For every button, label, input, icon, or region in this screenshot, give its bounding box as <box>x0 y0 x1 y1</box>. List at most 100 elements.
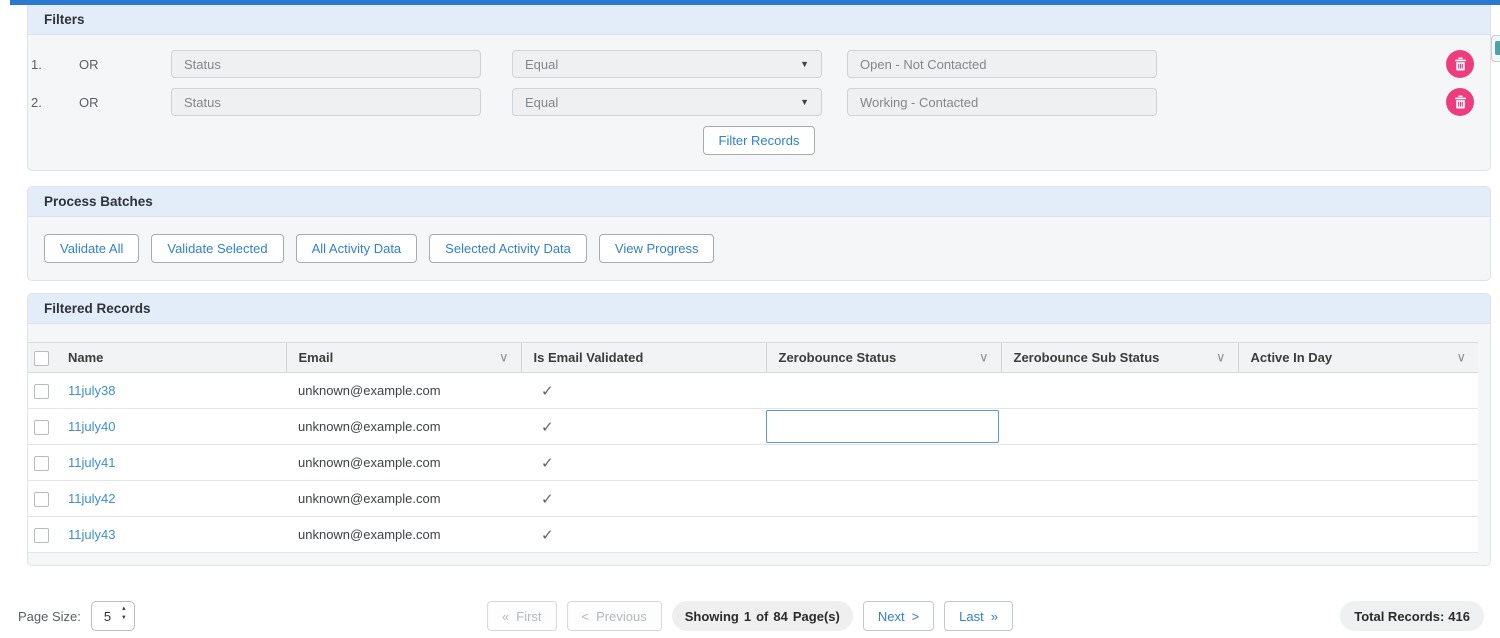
active-in-day-cell[interactable] <box>1238 373 1478 409</box>
filters-header: Filters <box>28 5 1490 35</box>
filter-records-button[interactable]: Filter Records <box>703 126 816 155</box>
record-name-link[interactable]: 11july40 <box>68 419 115 434</box>
filter-operator-select[interactable]: Equal ▼ <box>512 50 822 78</box>
double-chevron-right-icon: » <box>991 609 998 624</box>
active-in-day-cell[interactable] <box>1238 445 1478 481</box>
first-page-button[interactable]: « First <box>487 601 557 631</box>
row-checkbox[interactable] <box>34 420 49 435</box>
record-name-link[interactable]: 11july38 <box>68 383 115 398</box>
check-icon: ✓ <box>541 527 554 544</box>
column-header-name[interactable]: Name <box>56 343 286 373</box>
column-header-zerobounce-status[interactable]: Zerobounce Status ∨ <box>766 343 1001 373</box>
record-name-link[interactable]: 11july41 <box>68 455 115 470</box>
active-in-day-cell[interactable] <box>1238 517 1478 553</box>
column-header-zerobounce-sub-status[interactable]: Zerobounce Sub Status ∨ <box>1001 343 1238 373</box>
spinner-down-icon[interactable]: ▼ <box>121 615 127 622</box>
row-checkbox[interactable] <box>34 492 49 507</box>
filter-row: 2. OR Status Equal ▼ Working - Contacted <box>28 88 1490 116</box>
active-in-day-cell[interactable] <box>1238 409 1478 445</box>
zerobounce-status-cell[interactable] <box>766 517 1001 553</box>
filtered-records-title: Filtered Records <box>44 301 151 316</box>
zerobounce-sub-status-cell[interactable] <box>1001 373 1238 409</box>
row-checkbox[interactable] <box>34 384 49 399</box>
table-row: 11july40 unknown@example.com ✓ <box>28 409 1478 445</box>
process-batches-body: Validate All Validate Selected All Activ… <box>28 217 1490 280</box>
filter-value-input[interactable]: Open - Not Contacted <box>847 50 1157 78</box>
zerobounce-sub-status-cell[interactable] <box>1001 409 1238 445</box>
zerobounce-sub-status-cell[interactable] <box>1001 481 1238 517</box>
filter-operator-select[interactable]: Equal ▼ <box>512 88 822 116</box>
process-batches-header: Process Batches <box>28 187 1490 217</box>
filtered-records-section: Filtered Records Name <box>27 293 1491 566</box>
table-row: 11july38 unknown@example.com ✓ <box>28 373 1478 409</box>
chevron-down-icon: ∨ <box>1456 349 1466 365</box>
filters-section: Filters 1. OR Status Equal ▼ Open - Not … <box>27 5 1491 171</box>
select-all-header <box>28 343 56 373</box>
previous-page-button[interactable]: < Previous <box>567 601 662 631</box>
selected-activity-data-button[interactable]: Selected Activity Data <box>429 234 587 263</box>
zerobounce-status-cell[interactable] <box>766 373 1001 409</box>
filter-row-number: 2. <box>31 95 51 110</box>
total-pages: 84 <box>773 609 787 624</box>
delete-filter-button[interactable] <box>1446 88 1474 116</box>
spinner-up-icon[interactable]: ▲ <box>121 606 127 613</box>
zerobounce-status-editor[interactable] <box>766 410 999 443</box>
chevron-left-icon: < <box>582 609 590 624</box>
row-checkbox[interactable] <box>34 456 49 471</box>
double-chevron-left-icon: « <box>502 609 509 624</box>
table-header-row: Name Email ∨ Is Email Validated Zeroboun… <box>28 343 1478 373</box>
zerobounce-status-cell[interactable] <box>766 409 1001 445</box>
view-progress-button[interactable]: View Progress <box>599 234 715 263</box>
page-status-pill: Showing 1 of 84 Page(s) <box>672 601 853 631</box>
side-panel-tab[interactable] <box>1491 35 1500 62</box>
filters-title: Filters <box>44 12 85 27</box>
check-icon: ✓ <box>541 455 554 472</box>
zerobounce-status-cell[interactable] <box>766 481 1001 517</box>
zerobounce-sub-status-cell[interactable] <box>1001 445 1238 481</box>
record-name-link[interactable]: 11july42 <box>68 491 115 506</box>
last-page-button[interactable]: Last » <box>944 601 1013 631</box>
records-table: Name Email ∨ Is Email Validated Zeroboun… <box>28 342 1478 553</box>
record-name-link[interactable]: 11july43 <box>68 527 115 542</box>
active-in-day-cell[interactable] <box>1238 481 1478 517</box>
column-header-active-in-day[interactable]: Active In Day ∨ <box>1238 343 1478 373</box>
process-batches-section: Process Batches Validate All Validate Se… <box>27 186 1491 281</box>
record-email: unknown@example.com <box>298 419 441 434</box>
validate-selected-button[interactable]: Validate Selected <box>151 234 283 263</box>
page-size-input[interactable]: 5 ▲ ▼ <box>91 601 135 631</box>
filter-logic-label: OR <box>79 57 119 72</box>
page-size-value: 5 <box>104 609 111 624</box>
chevron-right-icon: > <box>912 609 920 624</box>
column-header-email[interactable]: Email ∨ <box>286 343 521 373</box>
dropdown-caret-icon: ▼ <box>800 59 809 69</box>
table-row: 11july42 unknown@example.com ✓ <box>28 481 1478 517</box>
check-icon: ✓ <box>541 491 554 508</box>
record-email: unknown@example.com <box>298 455 441 470</box>
zerobounce-status-cell[interactable] <box>766 445 1001 481</box>
process-batches-title: Process Batches <box>44 194 153 209</box>
filters-body: 1. OR Status Equal ▼ Open - Not Contacte… <box>28 35 1490 170</box>
total-records-value: 416 <box>1448 609 1470 624</box>
validate-all-button[interactable]: Validate All <box>44 234 139 263</box>
row-checkbox[interactable] <box>34 528 49 543</box>
current-page: 1 <box>744 609 751 624</box>
column-header-is-email-validated[interactable]: Is Email Validated <box>521 343 766 373</box>
zerobounce-sub-status-cell[interactable] <box>1001 517 1238 553</box>
trash-icon <box>1454 95 1467 109</box>
table-row: 11july41 unknown@example.com ✓ <box>28 445 1478 481</box>
all-activity-data-button[interactable]: All Activity Data <box>296 234 418 263</box>
side-panel-icon <box>1495 41 1500 55</box>
record-email: unknown@example.com <box>298 383 441 398</box>
spinner-arrows-icon[interactable]: ▲ ▼ <box>121 606 127 622</box>
filter-field-input[interactable]: Status <box>171 50 481 78</box>
total-records-badge: Total Records: 416 <box>1340 601 1484 631</box>
trash-icon <box>1454 57 1467 71</box>
select-all-checkbox[interactable] <box>34 351 49 366</box>
next-page-button[interactable]: Next > <box>863 601 934 631</box>
filter-value-input[interactable]: Working - Contacted <box>847 88 1157 116</box>
delete-filter-button[interactable] <box>1446 50 1474 78</box>
page-size-label: Page Size: <box>18 609 81 624</box>
filter-field-input[interactable]: Status <box>171 88 481 116</box>
chevron-down-icon: ∨ <box>1216 349 1226 365</box>
filter-row-number: 1. <box>31 57 51 72</box>
